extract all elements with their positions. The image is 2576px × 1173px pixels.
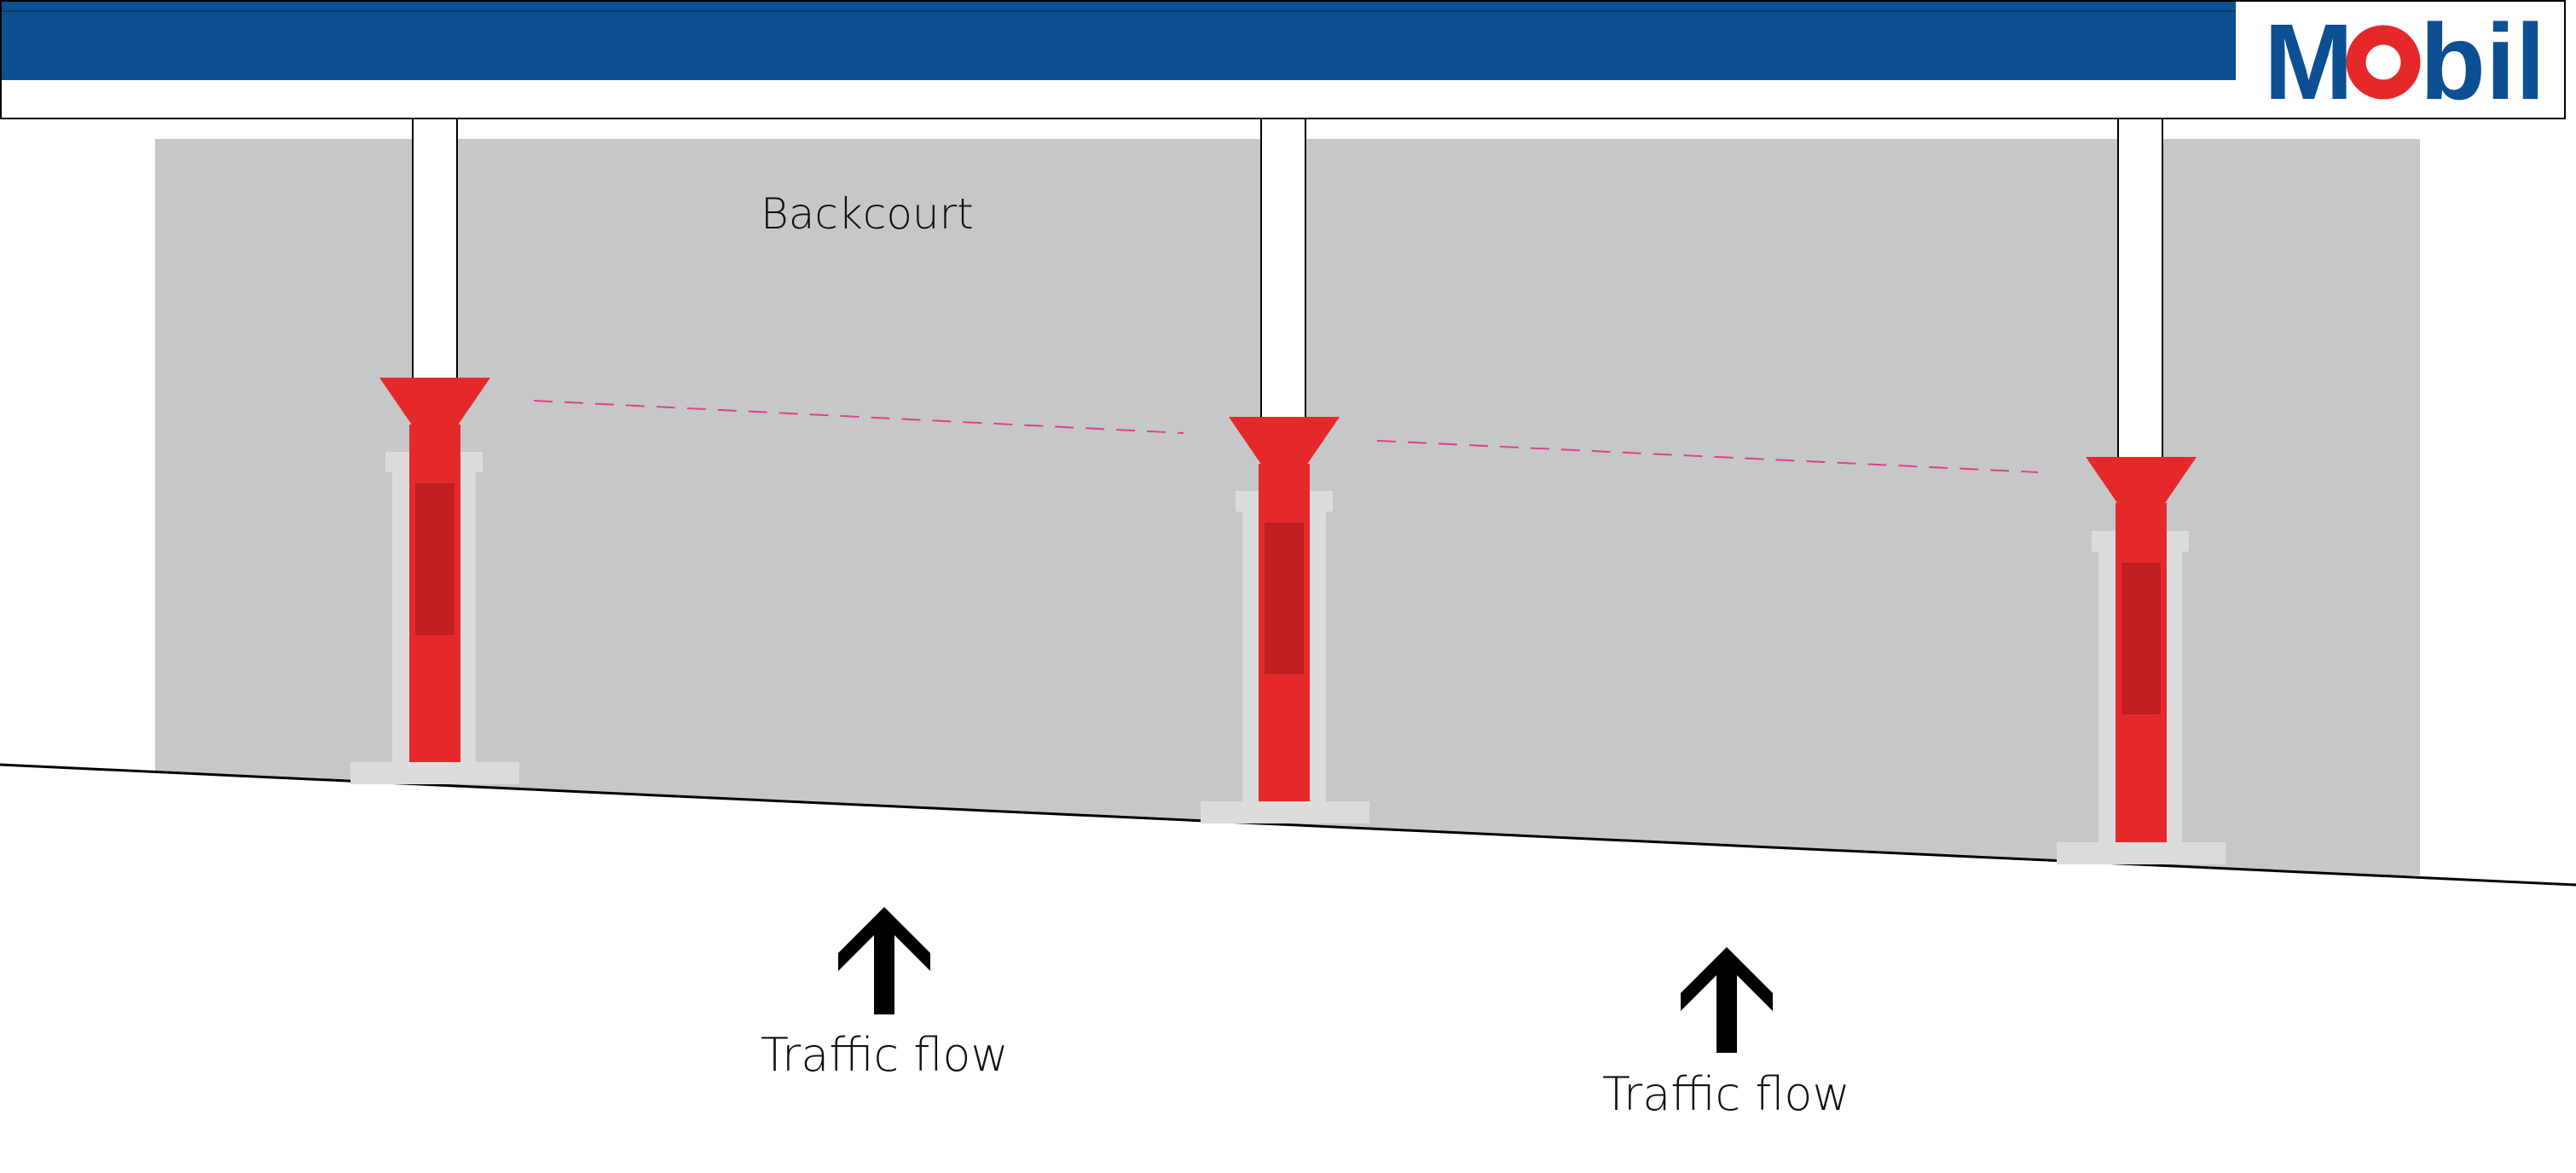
dispenser-panel: [2122, 563, 2161, 714]
logo-letter-m: M: [2264, 2, 2353, 122]
forecourt-diagram: M bil Backcourt Traffic flow Traffic flo…: [0, 0, 2576, 1173]
canopy-blue-band: [2, 2, 2236, 80]
dispenser-panel: [1265, 523, 1304, 674]
island-base: [2057, 842, 2226, 864]
dispenser-panel: [415, 483, 454, 635]
backcourt-label: Backcourt: [761, 189, 974, 239]
canopy-column-center: [1260, 118, 1306, 420]
traffic-flow-label-right: Traffic flow: [1602, 1067, 1850, 1121]
island-base: [1201, 801, 1369, 823]
traffic-flow-label-left: Traffic flow: [761, 1028, 1009, 1082]
canopy-column-right: [2117, 118, 2163, 459]
island-base: [350, 762, 519, 784]
canopy-column-left: [412, 118, 458, 381]
logo-letters-bil: bil: [2420, 2, 2545, 122]
canopy: [0, 0, 2566, 119]
